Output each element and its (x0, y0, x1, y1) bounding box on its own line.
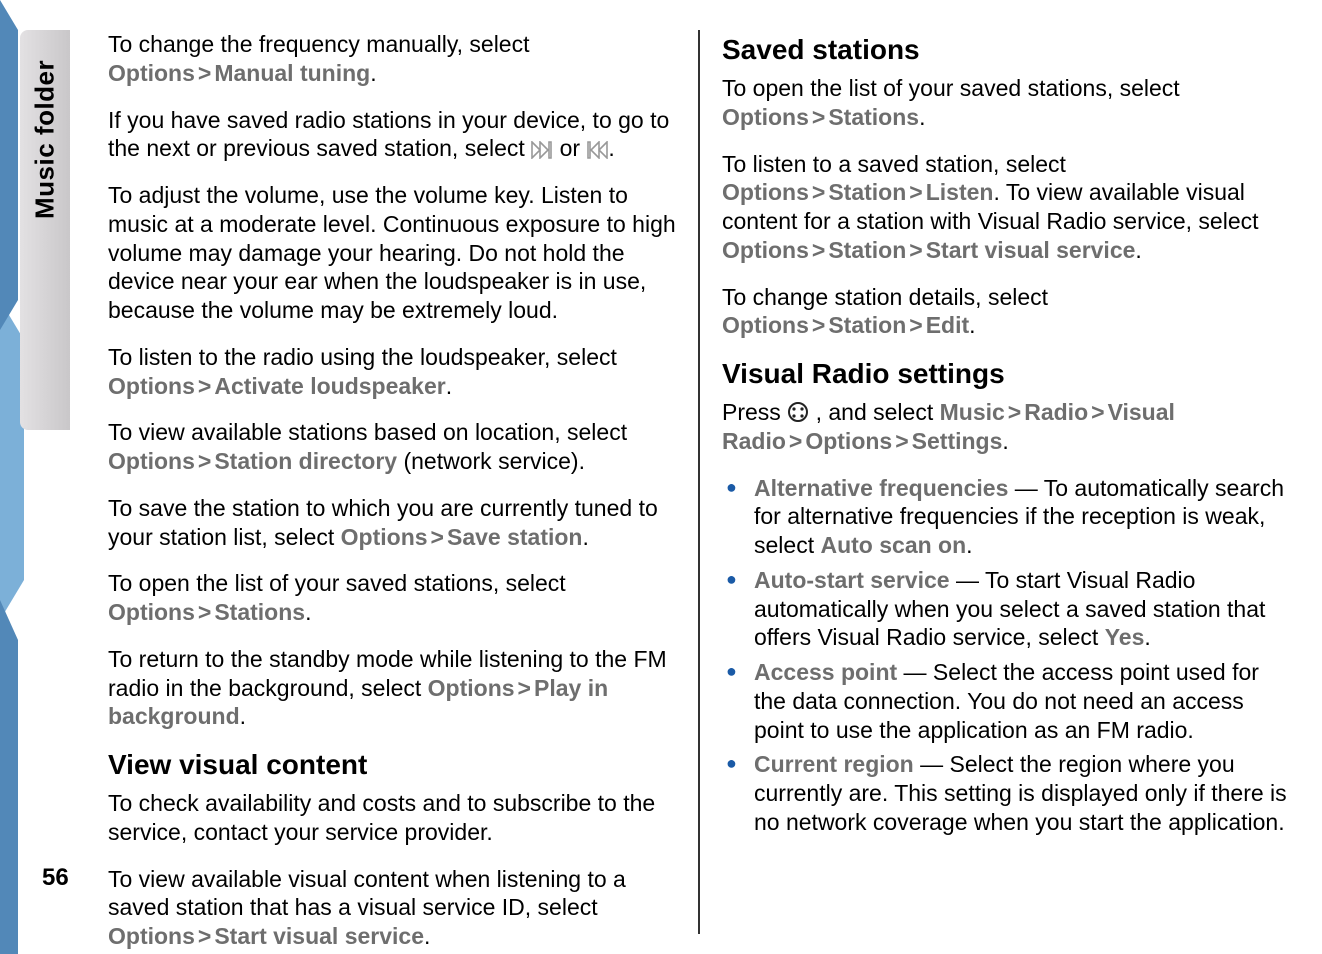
key-term: Alternative frequencies (754, 475, 1008, 501)
key-term: Options (722, 179, 809, 205)
separator: > (906, 179, 925, 205)
separator: > (809, 237, 828, 263)
next-track-icon (531, 141, 553, 159)
separator: > (195, 448, 214, 474)
key-term: Auto-start service (754, 567, 950, 593)
key-term: Yes (1105, 624, 1145, 650)
key-term: Options (805, 428, 892, 454)
separator: > (906, 237, 925, 263)
paragraph: To view available stations based on loca… (108, 418, 676, 476)
list-item: Access point — Select the access point u… (722, 658, 1292, 744)
paragraph: To adjust the volume, use the volume key… (108, 181, 676, 325)
separator: > (809, 312, 828, 338)
key-term: Edit (926, 312, 969, 338)
separator: > (428, 524, 447, 550)
key-term: Listen (926, 179, 994, 205)
key-term: Options (108, 448, 195, 474)
key-term: Start visual service (214, 923, 424, 949)
paragraph: To return to the standby mode while list… (108, 645, 676, 731)
key-term: Options (108, 923, 195, 949)
key-term: Station directory (214, 448, 397, 474)
key-term: Station (828, 179, 906, 205)
heading-saved-stations: Saved stations (722, 34, 1292, 66)
section-tab-label: Music folder (30, 60, 61, 219)
separator: > (892, 428, 911, 454)
key-term: Start visual service (926, 237, 1136, 263)
paragraph: To change the frequency manually, select… (108, 30, 676, 88)
key-term: Station (828, 237, 906, 263)
previous-track-icon (586, 141, 608, 159)
key-term: Access point (754, 659, 897, 685)
key-term: Music (940, 399, 1005, 425)
separator: > (809, 104, 828, 130)
key-term: Options (341, 524, 428, 550)
heading-visual-radio-settings: Visual Radio settings (722, 358, 1292, 390)
key-term: Options (108, 599, 195, 625)
list-item: Current region — Select the region where… (722, 750, 1292, 836)
paragraph: To open the list of your saved stations,… (108, 569, 676, 627)
key-term: Station (828, 312, 906, 338)
separator: > (195, 599, 214, 625)
separator: > (1005, 399, 1024, 425)
key-term: Stations (828, 104, 919, 130)
separator: > (515, 675, 534, 701)
paragraph: Press , and select Music>Radio>Visual Ra… (722, 398, 1292, 456)
paragraph: If you have saved radio stations in your… (108, 106, 676, 164)
separator: > (809, 179, 828, 205)
paragraph: To change station details, select Option… (722, 283, 1292, 341)
key-term: Radio (1024, 399, 1088, 425)
key-term: Manual tuning (214, 60, 370, 86)
key-term: Stations (214, 599, 305, 625)
key-term: Options (108, 373, 195, 399)
page-number: 56 (42, 864, 69, 892)
key-term: Options (722, 104, 809, 130)
separator: > (195, 60, 214, 86)
paragraph: To open the list of your saved stations,… (722, 74, 1292, 132)
separator: > (1088, 399, 1107, 425)
page-content: To change the frequency manually, select… (108, 30, 1292, 934)
paragraph: To save the station to which you are cur… (108, 494, 676, 552)
key-term: Options (108, 60, 195, 86)
paragraph: To view available visual content when li… (108, 865, 676, 951)
list-item: Auto-start service — To start Visual Rad… (722, 566, 1292, 652)
key-term: Options (428, 675, 515, 701)
key-term: Activate loudspeaker (214, 373, 445, 399)
paragraph: To check availability and costs and to s… (108, 789, 676, 847)
menu-key-icon (787, 401, 809, 423)
key-term: Auto scan on (820, 532, 966, 558)
separator: > (906, 312, 925, 338)
list-item: Alternative frequencies — To automatical… (722, 474, 1292, 560)
key-term: Settings (912, 428, 1003, 454)
heading-view-visual-content: View visual content (108, 749, 676, 781)
key-term: Current region (754, 751, 914, 777)
right-column: Saved stations To open the list of your … (700, 30, 1292, 934)
key-term: Save station (447, 524, 583, 550)
key-term: Options (722, 237, 809, 263)
left-column: To change the frequency manually, select… (108, 30, 700, 934)
separator: > (786, 428, 805, 454)
paragraph: To listen to the radio using the loudspe… (108, 343, 676, 401)
key-term: Options (722, 312, 809, 338)
paragraph: To listen to a saved station, select Opt… (722, 150, 1292, 265)
section-tab: Music folder (20, 30, 70, 430)
separator: > (195, 373, 214, 399)
separator: > (195, 923, 214, 949)
settings-list: Alternative frequencies — To automatical… (722, 474, 1292, 837)
